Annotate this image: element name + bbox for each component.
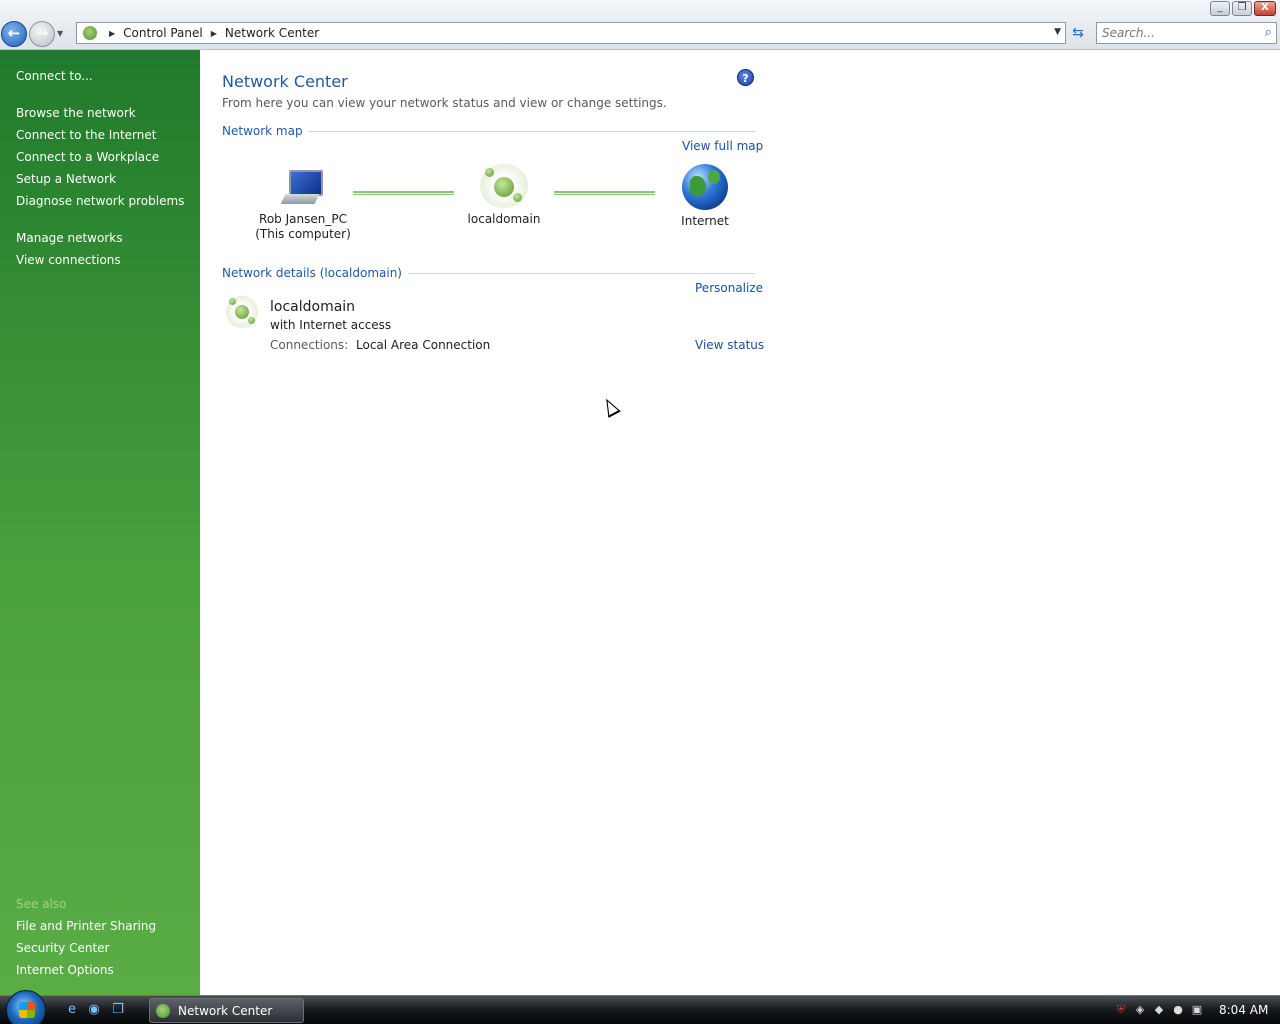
computer-icon xyxy=(280,168,325,208)
browser-quicklaunch-icon[interactable]: ◉ xyxy=(86,1002,102,1018)
tray-app-icon[interactable]: ◈ xyxy=(1133,1003,1147,1017)
search-input[interactable] xyxy=(1097,23,1247,43)
page-description: From here you can view your network stat… xyxy=(222,96,667,110)
network-icon xyxy=(226,296,258,328)
network-details-heading-label: Network details (localdomain) xyxy=(222,266,402,280)
network-access: with Internet access xyxy=(270,318,392,332)
breadcrumb-network-center[interactable]: Network Center xyxy=(225,26,319,40)
personalize-link[interactable]: Personalize xyxy=(695,281,763,295)
sidebar-item-connect-to[interactable]: Connect to... xyxy=(16,69,93,83)
divider xyxy=(308,130,755,132)
sidebar-item-file-printer-sharing[interactable]: File and Printer Sharing xyxy=(16,919,156,933)
map-node-internet[interactable]: Internet xyxy=(650,164,760,229)
breadcrumb-control-panel[interactable]: Control Panel xyxy=(123,26,203,40)
network-center-icon xyxy=(156,1003,170,1018)
network-center-icon xyxy=(83,26,97,40)
divider xyxy=(407,272,755,274)
network-icon xyxy=(480,164,528,208)
sidebar-item-browse-network[interactable]: Browse the network xyxy=(16,106,136,120)
network-status-icon[interactable]: ▣ xyxy=(1190,1003,1204,1017)
connections-value: Local Area Connection xyxy=(356,338,491,352)
search-box[interactable]: ⌕ xyxy=(1096,22,1277,44)
windows-logo-icon xyxy=(19,1002,35,1018)
sidebar-item-internet-options[interactable]: Internet Options xyxy=(16,963,114,977)
window-chrome: _ ❐ X ← → ▼ ▶ Control Panel ▶ Network Ce… xyxy=(0,0,1280,50)
sidebar-item-manage-networks[interactable]: Manage networks xyxy=(16,231,122,245)
map-node-label: localdomain xyxy=(467,212,541,226)
refresh-icon[interactable]: ⇆ xyxy=(1068,24,1088,42)
view-status-link[interactable]: View status xyxy=(695,338,764,352)
sidebar-item-connect-workplace[interactable]: Connect to a Workplace xyxy=(16,150,159,164)
minimize-button[interactable]: _ xyxy=(1210,1,1230,16)
recent-pages-chevron-down-icon[interactable]: ▼ xyxy=(57,29,63,38)
address-chevron-down-icon[interactable]: ▼ xyxy=(1054,27,1061,37)
mouse-cursor-icon xyxy=(600,395,621,418)
taskbar-item-label: Network Center xyxy=(178,1003,273,1018)
window-controls: _ ❐ X xyxy=(1210,1,1276,16)
taskbar-item-network-center[interactable]: Network Center xyxy=(149,998,304,1023)
breadcrumb-chevron-right-icon[interactable]: ▶ xyxy=(109,29,115,38)
map-node-sublabel: (This computer) xyxy=(255,227,351,241)
close-button[interactable]: X xyxy=(1254,1,1276,16)
switch-windows-icon[interactable]: ❐ xyxy=(110,1002,126,1018)
start-button[interactable] xyxy=(6,990,46,1024)
breadcrumb-chevron-right-icon[interactable]: ▶ xyxy=(211,29,217,38)
network-map-heading: Network map xyxy=(222,124,755,138)
connection-line xyxy=(353,191,454,195)
sidebar-item-view-connections[interactable]: View connections xyxy=(16,253,121,267)
maximize-button[interactable]: ❐ xyxy=(1232,1,1252,16)
map-node-localdomain[interactable]: localdomain xyxy=(449,164,559,227)
sidebar-item-diagnose[interactable]: Diagnose network problems xyxy=(16,194,184,208)
sidebar-item-security-center[interactable]: Security Center xyxy=(16,941,109,955)
connection-line xyxy=(554,191,655,195)
map-node-label: Internet xyxy=(681,214,729,228)
network-details-heading: Network details (localdomain) xyxy=(222,266,755,280)
help-icon[interactable]: ? xyxy=(737,69,754,86)
sidebar-item-setup-network[interactable]: Setup a Network xyxy=(16,172,116,186)
network-name: localdomain xyxy=(270,299,356,315)
map-node-label: Rob Jansen_PC xyxy=(259,212,347,226)
security-shield-icon[interactable]: ⛨ xyxy=(1114,1003,1128,1017)
forward-button[interactable]: → xyxy=(29,21,55,47)
taskbar: e ◉ ❐ Network Center ⛨ ◈ ◆ ● ▣ 8:04 AM xyxy=(0,990,1280,1024)
sidebar-item-connect-internet[interactable]: Connect to the Internet xyxy=(16,128,156,142)
system-tray: ⛨ ◈ ◆ ● ▣ xyxy=(1114,1003,1204,1017)
page-title: Network Center xyxy=(222,72,348,91)
back-button[interactable]: ← xyxy=(1,21,27,47)
view-full-map-link[interactable]: View full map xyxy=(682,139,763,153)
tray-app-icon[interactable]: ● xyxy=(1171,1003,1185,1017)
clock[interactable]: 8:04 AM xyxy=(1219,1003,1268,1017)
tray-app-icon[interactable]: ◆ xyxy=(1152,1003,1166,1017)
see-also-heading: See also xyxy=(16,897,67,911)
task-sidebar: Connect to... Browse the network Connect… xyxy=(0,50,200,995)
network-map-heading-label: Network map xyxy=(222,124,303,138)
map-node-this-computer[interactable]: Rob Jansen_PC (This computer) xyxy=(248,168,358,242)
connections-label: Connections: xyxy=(270,338,349,352)
globe-icon xyxy=(682,164,728,210)
address-bar[interactable]: ▶ Control Panel ▶ Network Center ▼ xyxy=(76,22,1066,44)
internet-explorer-icon[interactable]: e xyxy=(64,1002,80,1018)
search-icon[interactable]: ⌕ xyxy=(1265,25,1272,40)
